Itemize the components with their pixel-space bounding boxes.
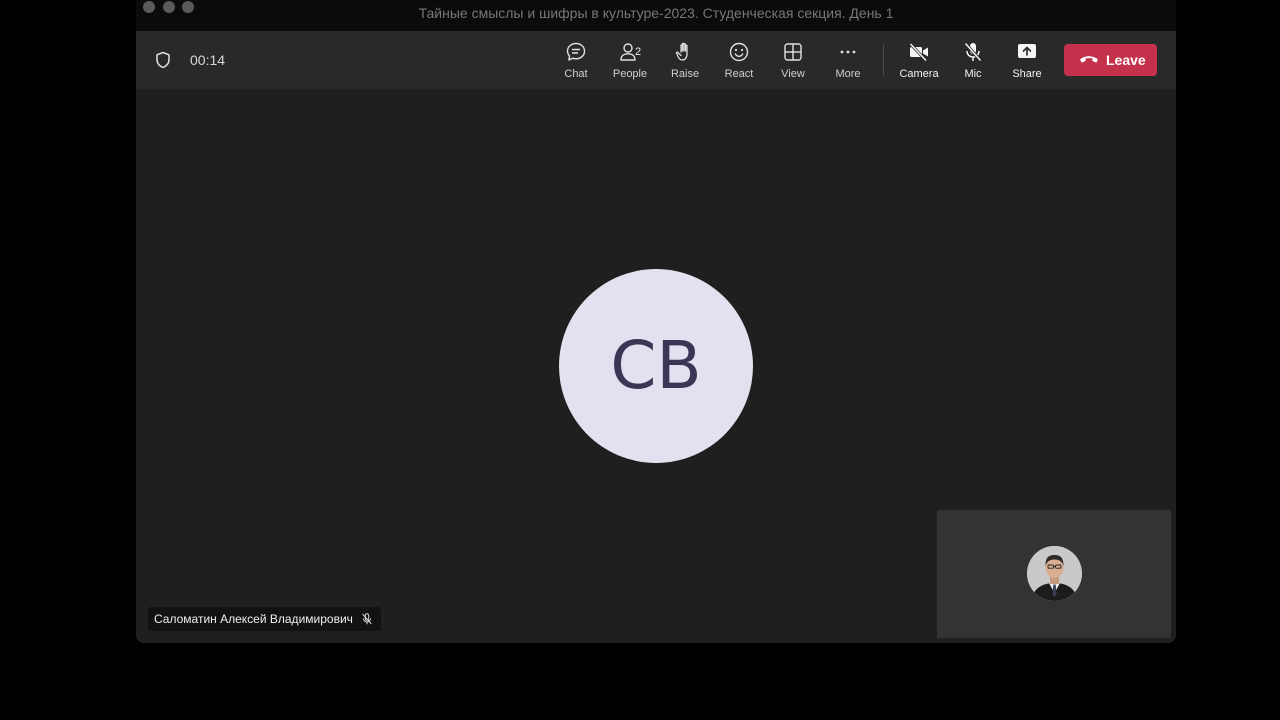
raise-label: Raise (670, 68, 700, 80)
people-label: People (612, 68, 648, 80)
more-button[interactable]: More (821, 40, 875, 84)
chat-label: Chat (564, 68, 588, 80)
phone-hangup-icon (1080, 56, 1098, 63)
chat-button[interactable]: Chat (549, 40, 603, 84)
video-stage: СВ Саломатин Алексей Владимирович (136, 90, 1176, 643)
participant-name-tag: Саломатин Алексей Владимирович (148, 607, 381, 631)
meeting-window: Тайные смыслы и шифры в культуре-2023. С… (136, 0, 1176, 643)
people-button[interactable]: 2 People (603, 40, 657, 84)
view-button[interactable]: View (766, 40, 820, 84)
mic-off-icon (964, 42, 982, 62)
people-count-badge: 2 (635, 46, 642, 58)
self-avatar-photo (1027, 546, 1082, 601)
leave-label: Leave (1106, 52, 1146, 68)
share-label: Share (1012, 68, 1042, 80)
participant-avatar: СВ (559, 269, 753, 463)
camera-button[interactable]: Camera (892, 40, 946, 84)
ellipsis-icon (840, 50, 856, 54)
mic-off-icon (362, 613, 372, 625)
leave-button[interactable]: Leave (1064, 44, 1157, 76)
toolbar-divider (883, 44, 884, 76)
person-photo-icon (1027, 546, 1082, 601)
react-label: React (724, 68, 754, 80)
chat-bubble-icon (566, 42, 586, 61)
share-screen-icon (1018, 44, 1036, 58)
mic-label: Mic (964, 68, 982, 80)
more-label: More (835, 68, 861, 80)
react-button[interactable]: React (712, 40, 766, 84)
raise-hand-button[interactable]: Raise (658, 40, 712, 84)
camera-off-icon (909, 42, 928, 62)
grid-icon (784, 43, 802, 61)
window-title: Тайные смыслы и шифры в культуре-2023. С… (418, 5, 894, 21)
view-label: View (781, 68, 805, 80)
share-button[interactable]: Share (1000, 40, 1054, 84)
meeting-toolbar: 00:14 Chat 2 People Raise React View Mor… (136, 31, 1176, 90)
meeting-timer: 00:14 (190, 52, 226, 68)
smiley-icon (729, 42, 749, 62)
self-view-tile[interactable] (937, 510, 1171, 638)
mic-button[interactable]: Mic (946, 40, 1000, 84)
raised-hand-icon (675, 42, 688, 61)
camera-label: Camera (899, 68, 939, 80)
shield-icon[interactable] (154, 51, 172, 69)
participant-name: Саломатин Алексей Владимирович (154, 612, 353, 626)
title-bar: Тайные смыслы и шифры в культуре-2023. С… (136, 0, 1176, 31)
